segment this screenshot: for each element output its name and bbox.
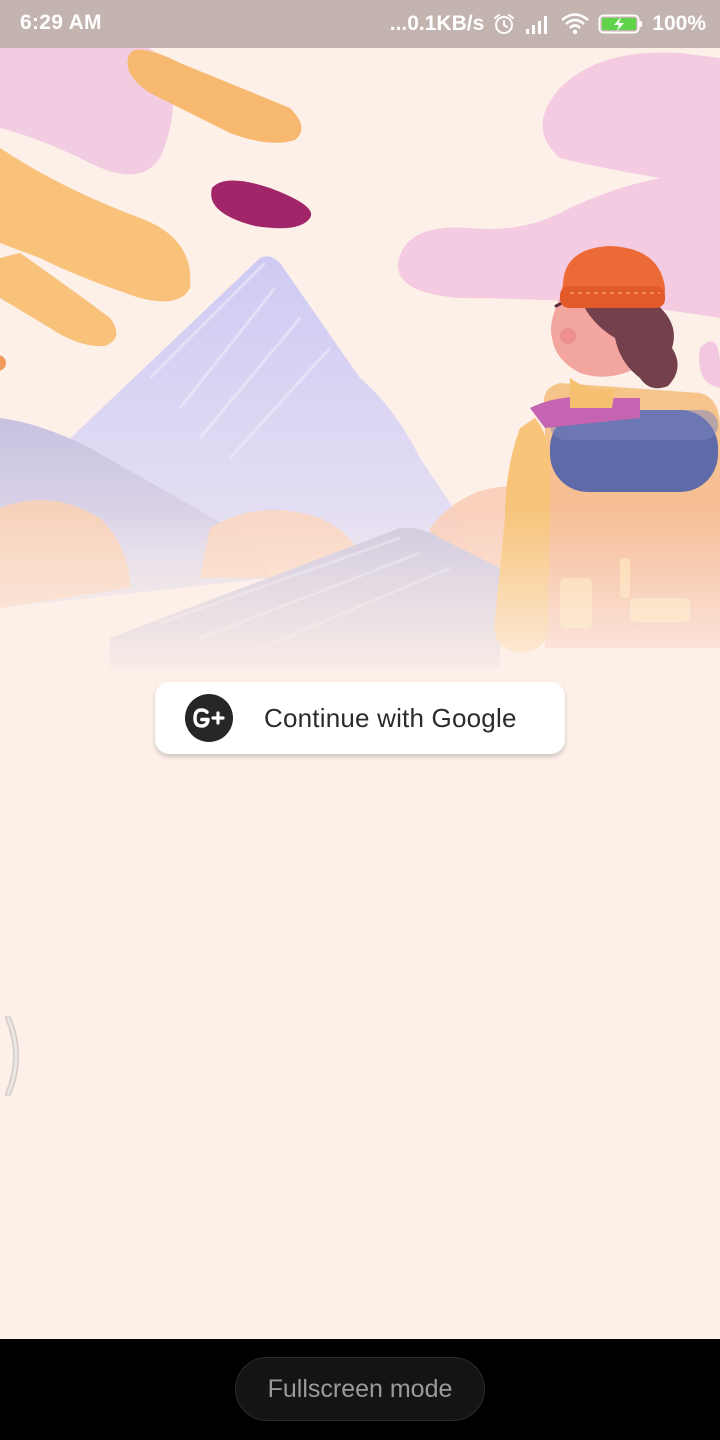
fullscreen-mode-button[interactable]: Fullscreen mode: [235, 1357, 485, 1421]
app-screen: 6:29 AM ...0.1KB/s 100% Continue with Go…: [0, 0, 720, 1440]
signal-icon: [524, 13, 552, 35]
status-bar: 6:29 AM ...0.1KB/s 100%: [0, 0, 720, 48]
wifi-icon: [560, 12, 590, 36]
battery-percent: 100%: [652, 12, 706, 35]
battery-charging-icon: [598, 12, 644, 36]
fullscreen-mode-label: Fullscreen mode: [267, 1374, 453, 1403]
traveler-illustration: [0, 48, 720, 688]
continue-with-google-label: Continue with Google: [264, 703, 517, 733]
status-time: 6:29 AM: [20, 11, 102, 34]
continue-with-google-button[interactable]: Continue with Google: [155, 682, 565, 754]
navigation-bar: Fullscreen mode: [0, 1339, 720, 1440]
alarm-icon: [492, 12, 516, 36]
edge-swipe-handle[interactable]: [2, 1015, 22, 1097]
google-plus-icon: [185, 694, 233, 742]
network-speed: ...0.1KB/s: [389, 12, 485, 35]
status-indicators: ...0.1KB/s 100%: [390, 10, 706, 38]
